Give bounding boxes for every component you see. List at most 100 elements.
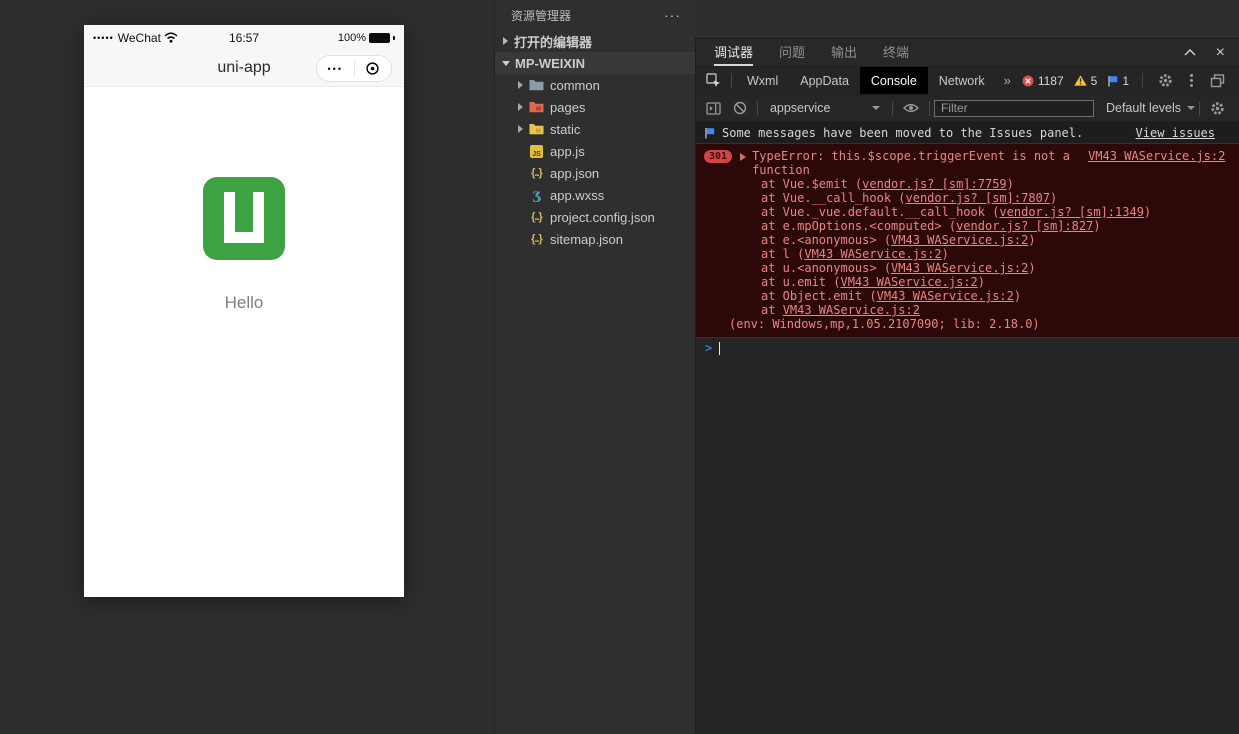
devtools-tab-bar: Wxml AppData Console Network » 1187 5 1 [696,66,1239,94]
capsule-more-button[interactable]: ••• [317,56,354,81]
tree-item-label: pages [550,99,586,115]
battery-nub [393,35,395,40]
devtools-settings-icon[interactable] [1152,73,1179,88]
close-panel-icon[interactable]: × [1216,44,1225,61]
phone-frame: ••••• WeChat 16:57 100% uni-app ••• Hell… [84,25,404,597]
caret-down-icon [872,106,881,110]
tab-output[interactable]: 输出 [831,39,857,66]
stack-link[interactable]: VM43 WAService.js:2 [840,275,977,289]
undock-window-icon[interactable] [1204,73,1231,88]
tree-item-label: static [550,121,581,137]
tree-item-pages[interactable]: pages [495,96,695,118]
inspect-element-icon[interactable] [700,67,727,94]
battery-percent: 100% [337,31,366,44]
more-tabs-icon[interactable]: » [996,73,1019,88]
stack-frame: at Object.emit (VM43 WAService.js:2) [761,289,1022,303]
stylesheet-file-icon: ʒ [532,187,541,203]
divider [1199,100,1201,116]
tree-item-label: sitemap.json [550,231,623,247]
stack-frame: at Vue.$emit (vendor.js? [sm]:7759) [761,177,1014,191]
stack-link[interactable]: vendor.js? [sm]:827 [956,219,1093,233]
tab-network[interactable]: Network [928,67,996,94]
tree-item-appjson[interactable]: {..} app.json [495,162,695,184]
project-root-section[interactable]: MP-WEIXIN [495,52,695,74]
divider [892,100,894,116]
tree-item-label: common [550,77,600,93]
tab-console[interactable]: Console [859,67,928,94]
message-count-badge[interactable]: 1 [1107,74,1129,88]
wechat-capsule: ••• [316,55,392,82]
tab-debugger[interactable]: 调试器 [714,39,754,66]
stack-link[interactable]: vendor.js? [sm]:7759 [862,177,1007,191]
tab-problems[interactable]: 问题 [779,39,805,66]
stack-link[interactable]: VM43 WAService.js:2 [891,233,1028,247]
log-levels-select[interactable]: Default levels [1106,101,1196,115]
stack-frame: at u.<anonymous> (VM43 WAService.js:2) [761,261,1036,275]
filter-input[interactable] [933,99,1094,117]
context-select[interactable]: appservice [762,95,888,121]
error-icon [1022,75,1034,86]
project-root-label: MP-WEIXIN [515,55,586,71]
expand-error-icon[interactable] [740,153,747,161]
tree-item-label: project.config.json [550,209,655,225]
tab-wxml[interactable]: Wxml [736,67,789,94]
tree-item-static[interactable]: static [495,118,695,140]
chevron-down-icon [502,60,510,66]
stack-link[interactable]: VM43 WAService.js:2 [804,247,941,261]
more-dots-icon: ••• [327,63,343,74]
chevron-right-icon [518,81,523,89]
uniapp-logo-icon [203,177,285,260]
chevron-right-icon [518,125,523,133]
tree-item-projectconfig[interactable]: {..} project.config.json [495,206,695,228]
clear-console-icon[interactable] [727,95,753,121]
chevron-right-icon [518,103,523,111]
stack-link[interactable]: VM43 WAService.js:2 [891,261,1028,275]
divider [757,100,758,116]
json-file-icon: {..} [531,211,543,223]
tree-item-label: app.wxss [550,187,605,203]
console-sidebar-icon[interactable] [700,95,727,121]
divider [929,100,930,116]
tree-item-sitemap[interactable]: {..} sitemap.json [495,228,695,250]
error-count-badge[interactable]: 1187 [1022,74,1064,88]
stack-link[interactable]: vendor.js? [sm]:1349 [999,205,1144,219]
simulator-panel: ••••• WeChat 16:57 100% uni-app ••• Hell… [0,0,494,734]
open-editors-label: 打开的编辑器 [514,34,593,50]
console-error-entry: 301 TypeError: this.$scope.triggerEvent … [696,143,1239,338]
console-info-bar: Some messages have been moved to the Iss… [696,122,1239,143]
console-log-area: Some messages have been moved to the Iss… [696,122,1239,734]
view-issues-link[interactable]: View issues [1136,126,1215,140]
warning-count-badge[interactable]: 5 [1073,74,1097,88]
error-message: TypeError: this.$scope.triggerEvent is n… [752,149,1070,177]
tree-item-label: app.js [550,143,585,159]
tab-appdata[interactable]: AppData [789,67,860,94]
phone-nav-bar: uni-app ••• [84,50,404,87]
eye-live-expression-icon[interactable] [897,95,925,121]
javascript-file-icon: JS [528,144,545,158]
explorer-title: 资源管理器 [511,8,572,23]
stack-frame: at e.mpOptions.<computed> (vendor.js? [s… [761,219,1101,233]
prompt-chevron-icon: > [705,341,713,355]
collapse-panel-icon[interactable] [1184,49,1196,56]
error-source-link[interactable]: VM43 WAService.js:2 [1088,149,1225,163]
tree-item-common[interactable]: common [495,74,695,96]
divider [1142,73,1143,88]
battery-icon [369,32,390,43]
tab-terminal[interactable]: 终端 [883,39,909,66]
stack-link[interactable]: VM43 WAService.js:2 [877,289,1014,303]
divider [731,73,732,88]
more-options-icon[interactable] [1184,79,1199,82]
warning-icon [1073,75,1087,86]
file-explorer-panel: 资源管理器 ··· 打开的编辑器 MP-WEIXIN common pages … [494,0,695,734]
stack-frame: at l (VM43 WAService.js:2) [761,247,949,261]
explorer-more-icon[interactable]: ··· [664,7,681,23]
console-prompt[interactable]: > [696,338,1239,358]
open-editors-section[interactable]: 打开的编辑器 [495,30,695,52]
tree-item-appwxss[interactable]: ʒ app.wxss [495,184,695,206]
capsule-close-button[interactable] [355,56,392,81]
tree-item-appjs[interactable]: JS app.js [495,140,695,162]
stack-link[interactable]: VM43 WAService.js:2 [783,303,920,317]
console-settings-icon[interactable] [1204,101,1231,116]
folder-icon [528,79,545,91]
stack-link[interactable]: vendor.js? [sm]:7807 [906,191,1051,205]
